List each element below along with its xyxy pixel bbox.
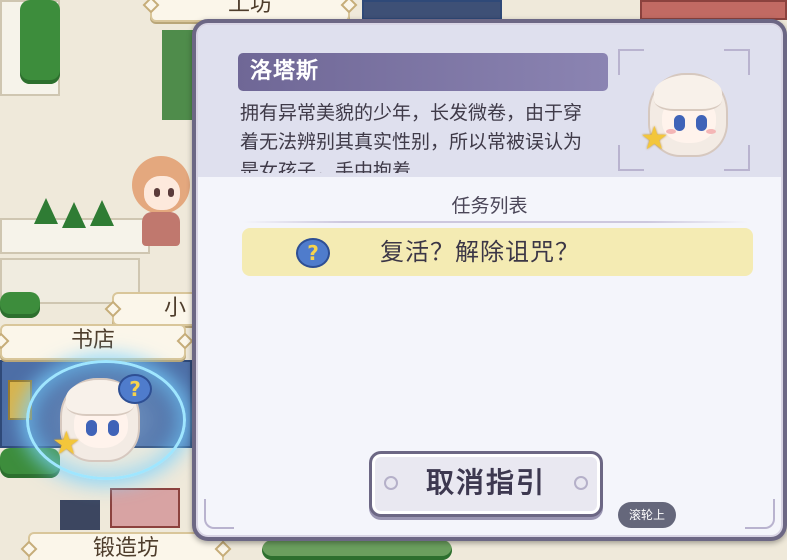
character-portrait: ★ bbox=[618, 49, 750, 171]
dialog-panel: 洛塔斯 拥有异常美貌的少年，长发微卷，由于穿着无法辨别其真实性别，所以常被误认为… bbox=[196, 23, 783, 537]
forge-roof bbox=[60, 500, 100, 530]
npc-eye bbox=[154, 188, 160, 197]
tree bbox=[90, 200, 114, 226]
map-label-small[interactable]: 小 bbox=[112, 292, 202, 326]
character-chibi: ★ bbox=[640, 67, 736, 167]
portrait-frame-corner bbox=[618, 49, 644, 75]
character-description[interactable]: 拥有异常美貌的少年，长发微卷，由于穿着无法辨别其真实性别，所以常被误认为是女孩子… bbox=[240, 99, 595, 173]
character-info-card: 洛塔斯 拥有异常美貌的少年，长发微卷，由于穿着无法辨别其真实性别，所以常被误认为… bbox=[198, 25, 781, 177]
star-icon: ★ bbox=[52, 424, 81, 462]
character-name: 洛塔斯 bbox=[238, 53, 608, 91]
corner-ornament bbox=[745, 499, 775, 529]
chibi-bangs bbox=[654, 75, 722, 111]
avatar-eye bbox=[108, 420, 119, 436]
cancel-guide-label: 取消指引 bbox=[425, 466, 546, 499]
question-bubble-icon: ? bbox=[118, 374, 152, 404]
scroll-hint-toast: 滚轮上 bbox=[618, 502, 676, 528]
map-label-bookstore[interactable]: 书店 bbox=[0, 324, 186, 360]
button-ornament bbox=[574, 476, 588, 490]
npc-girl[interactable] bbox=[130, 156, 192, 248]
map-label-text: 工坊 bbox=[227, 0, 272, 17]
chibi-eye bbox=[696, 115, 707, 131]
chibi-blush bbox=[706, 129, 716, 134]
corner-ornament bbox=[204, 499, 234, 529]
avatar-eye bbox=[86, 420, 97, 436]
npc-dialog: 洛塔斯 拥有异常美貌的少年，长发微卷，由于穿着无法辨别其真实性别，所以常被误认为… bbox=[192, 19, 787, 541]
map-label-forge[interactable]: 锻造坊 bbox=[28, 532, 224, 560]
hedge bbox=[262, 540, 452, 560]
tree bbox=[62, 202, 86, 228]
question-bubble-icon: ? bbox=[296, 238, 330, 268]
button-ornament bbox=[384, 476, 398, 490]
map-label-text: 书店 bbox=[70, 328, 115, 353]
forge-roof bbox=[110, 488, 180, 528]
npc-body bbox=[142, 212, 180, 246]
npc-face bbox=[144, 176, 180, 210]
map-label-text: 小 bbox=[163, 296, 186, 321]
npc-eye bbox=[168, 188, 174, 197]
tree bbox=[34, 198, 58, 224]
blue-roof bbox=[362, 0, 502, 20]
title-divider bbox=[243, 221, 748, 223]
star-icon: ★ bbox=[640, 119, 669, 157]
hedge bbox=[0, 292, 40, 318]
cancel-guide-button[interactable]: 取消指引 bbox=[369, 451, 603, 517]
map-label-text: 锻造坊 bbox=[92, 536, 159, 560]
hedge bbox=[20, 0, 60, 84]
quest-item[interactable]: ? 复活？解除诅咒？ bbox=[242, 228, 753, 276]
hedge bbox=[162, 30, 194, 120]
task-list-title: 任务列表 bbox=[451, 195, 528, 217]
chibi-eye bbox=[674, 115, 685, 131]
red-roof bbox=[640, 0, 787, 20]
quest-label: 复活？解除诅咒？ bbox=[380, 238, 580, 266]
